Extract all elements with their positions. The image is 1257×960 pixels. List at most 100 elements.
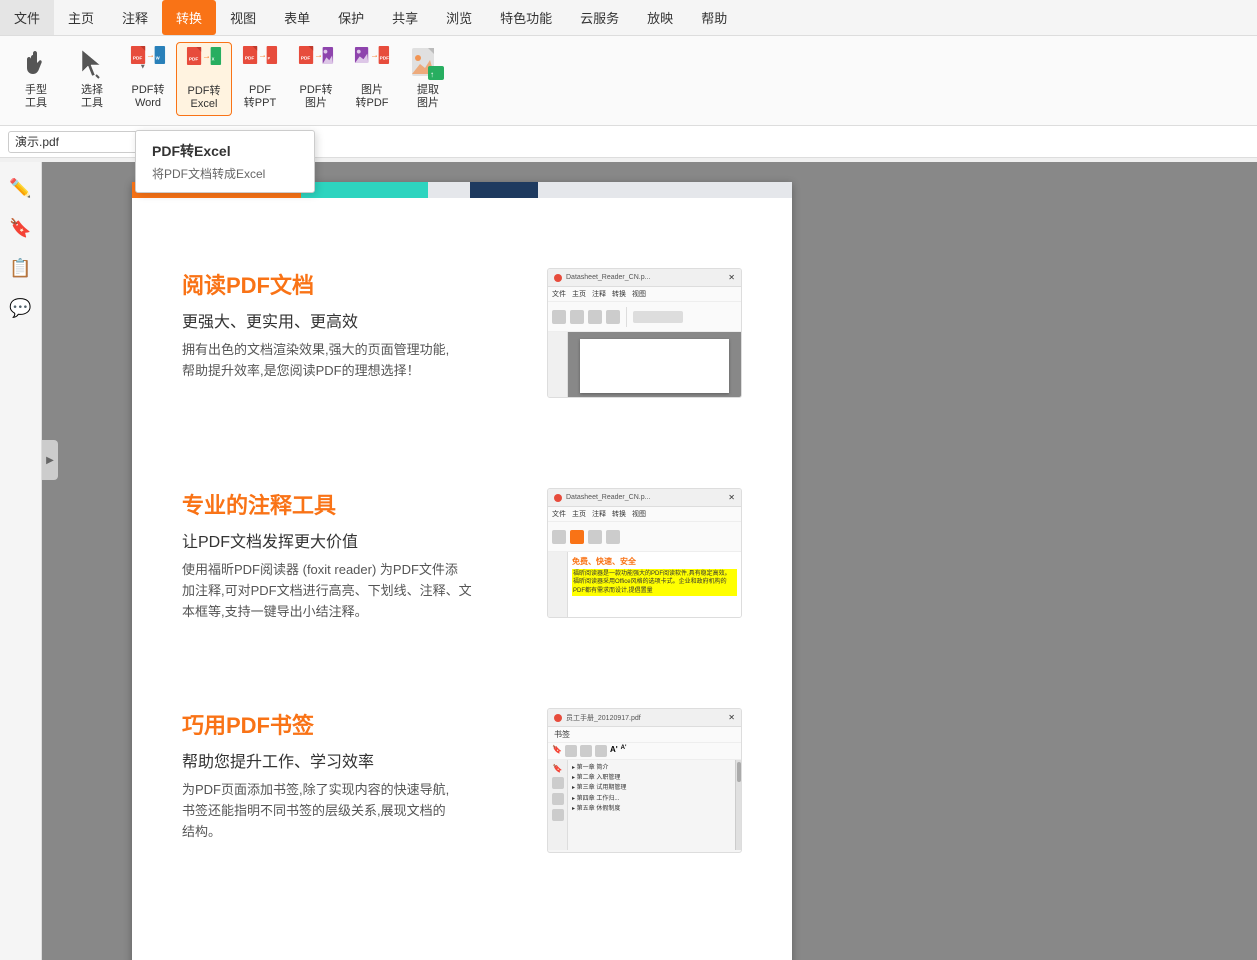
- mini1-menu5: 视图: [632, 289, 646, 299]
- select-tool-label: 选择工具: [81, 84, 103, 110]
- menu-cloud[interactable]: 云服务: [566, 0, 633, 35]
- extract-icon: ↑: [410, 46, 446, 82]
- pdf-to-word-button[interactable]: PDF → W ▼ PDF转Word: [120, 42, 176, 114]
- mini1-menu1: 文件: [552, 289, 566, 299]
- menu-annotation[interactable]: 注释: [108, 0, 162, 35]
- mini1-tool1: [552, 310, 566, 324]
- mini3-bookmark-label: 书签: [548, 727, 741, 743]
- menu-form[interactable]: 表单: [270, 0, 324, 35]
- menu-browse[interactable]: 浏览: [432, 0, 486, 35]
- mini1-addr: [633, 311, 683, 323]
- menu-slideshow[interactable]: 放映: [633, 0, 687, 35]
- extract-image-button[interactable]: ↑ 提取图片: [400, 42, 456, 114]
- menu-features[interactable]: 特色功能: [486, 0, 566, 35]
- pdf-to-excel-label: PDF转Excel: [188, 85, 221, 111]
- mini1-tool3: [588, 310, 602, 324]
- mini2-highlight-title: 免费、快速、安全: [572, 556, 737, 567]
- pdf-to-ppt-label: PDF转PPT: [244, 84, 276, 110]
- svg-text:PDF: PDF: [380, 55, 390, 61]
- mini2-tool1: [552, 530, 566, 544]
- mini1-menu2: 主页: [572, 289, 586, 299]
- bar-navy: [470, 182, 538, 198]
- pdf-to-excel-button[interactable]: PDF → X PDF转Excel: [176, 42, 232, 116]
- mini3-scrollbar-thumb: [737, 762, 741, 782]
- sidebar-bookmark-icon[interactable]: 🔖: [5, 212, 37, 244]
- menu-help[interactable]: 帮助: [687, 0, 741, 35]
- mini1-sidebar: [548, 332, 568, 398]
- mini2-menu3: 注释: [592, 509, 606, 519]
- bar-gray: [538, 182, 792, 198]
- svg-text:X: X: [212, 56, 215, 61]
- tooltip-title: PDF转Excel: [152, 141, 298, 161]
- sidebar-comment-icon[interactable]: 💬: [5, 292, 37, 324]
- image-pdf-icon: → PDF: [354, 46, 390, 82]
- hand-tool-label: 手型工具: [25, 84, 47, 110]
- mini2-menu5: 视图: [632, 509, 646, 519]
- left-sidebar: ✏️ 🔖 📋 💬: [0, 162, 42, 960]
- select-tool-button[interactable]: 选择工具: [64, 42, 120, 114]
- mini2-menu2: 主页: [572, 509, 586, 519]
- svg-text:PDF: PDF: [301, 55, 311, 61]
- menu-protect[interactable]: 保护: [324, 0, 378, 35]
- sidebar-annotate-icon[interactable]: ✏️: [5, 172, 37, 204]
- mini1-tool2: [570, 310, 584, 324]
- mini2-body: 福昕阅读器是一款功能强大的PDF阅读软件,具有稳定高效。福昕阅读器采用Offic…: [572, 569, 737, 596]
- tooltip-dropdown: PDF转Excel 将PDF文档转成Excel: [135, 130, 315, 193]
- bar-light: [428, 182, 470, 198]
- svg-text:W: W: [156, 55, 160, 60]
- pdf-to-ppt-button[interactable]: PDF → P PDF转PPT: [232, 42, 288, 114]
- menu-share[interactable]: 共享: [378, 0, 432, 35]
- svg-text:→: →: [146, 49, 155, 59]
- svg-text:→: →: [370, 49, 379, 59]
- main-content: 阅读PDF文档 更强大、更实用、更高效 拥有出色的文档渲染效果,强大的页面管理功…: [42, 162, 1257, 960]
- hand-tool-button[interactable]: 手型工具: [8, 42, 64, 114]
- svg-text:PDF: PDF: [133, 55, 143, 61]
- section-annotation: 专业的注释工具 让PDF文档发挥更大价值 使用福昕PDF阅读器 (foxit r…: [182, 488, 742, 658]
- menu-file[interactable]: 文件: [0, 0, 54, 35]
- menu-convert[interactable]: 转换: [162, 0, 216, 35]
- pdf-content-area: 阅读PDF文档 更强大、更实用、更高效 拥有出色的文档渲染效果,强大的页面管理功…: [132, 228, 792, 960]
- pdf-page: 阅读PDF文档 更强大、更实用、更高效 拥有出色的文档渲染效果,强大的页面管理功…: [132, 182, 792, 960]
- section-read-pdf: 阅读PDF文档 更强大、更实用、更高效 拥有出色的文档渲染效果,强大的页面管理功…: [182, 268, 742, 438]
- image-to-pdf-label: 图片转PDF: [356, 84, 389, 110]
- mini1-menu3: 注释: [592, 289, 606, 299]
- mini2-content: 免费、快速、安全 福昕阅读器是一款功能强大的PDF阅读软件,具有稳定高效。福昕阅…: [568, 552, 741, 618]
- menubar: 文件 主页 注释 转换 视图 表单 保护 共享 浏览 特色功能 云服务 放映 帮…: [0, 0, 1257, 36]
- toolbar: 手型工具 选择工具 PDF → W ▼: [0, 36, 1257, 126]
- mini1-page: [580, 339, 729, 393]
- bar-teal: [301, 182, 428, 198]
- image-to-pdf-button[interactable]: → PDF 图片转PDF: [344, 42, 400, 114]
- pdf-to-image-button[interactable]: PDF → PDF转图片: [288, 42, 344, 114]
- hand-icon: [18, 46, 54, 82]
- mini1-title: Datasheet_Reader_CN.p...: [566, 274, 650, 281]
- menu-view[interactable]: 视图: [216, 0, 270, 35]
- pdf-ppt-icon: PDF → P: [242, 46, 278, 82]
- section-bookmark: 巧用PDF书签 帮助您提升工作、学习效率 为PDF页面添加书签,除了实现内容的快…: [182, 708, 742, 878]
- mini3-toc: ▸ 第一章 简介 ▸ 第二章 入职管理 ▸ 第三章 试用期管理 ▸ 第四章 工作…: [568, 760, 735, 850]
- pdf-word-icon: PDF → W ▼: [130, 46, 166, 82]
- mini2-tool3: [588, 530, 602, 544]
- menu-home[interactable]: 主页: [54, 0, 108, 35]
- pdf-to-image-label: PDF转图片: [300, 84, 333, 110]
- mini1-content: [568, 332, 741, 398]
- tooltip-description: 将PDF文档转成Excel: [152, 165, 298, 182]
- sidebar-collapse-arrow[interactable]: ▶: [42, 440, 58, 480]
- select-icon: [74, 46, 110, 82]
- mini1-menu4: 转换: [612, 289, 626, 299]
- section2-screenshot: Datasheet_Reader_CN.p... ✕ 文件 主页 注释 转换 视…: [547, 488, 742, 618]
- sidebar-pages-icon[interactable]: 📋: [5, 252, 37, 284]
- svg-text:▼: ▼: [139, 64, 146, 71]
- extract-image-label: 提取图片: [417, 84, 439, 110]
- mini2-tool2: [570, 530, 584, 544]
- pdf-excel-icon: PDF → X: [186, 47, 222, 83]
- section3-screenshot: 员工手册_20120917.pdf ✕ 书签 🔖 A' A': [547, 708, 742, 853]
- mini2-sidebar: [548, 552, 568, 618]
- mini3-sidebar: 🔖: [548, 760, 568, 850]
- svg-text:→: →: [314, 49, 323, 59]
- mini3-title: 员工手册_20120917.pdf: [566, 713, 641, 723]
- svg-text:↑: ↑: [430, 70, 434, 79]
- section1-screenshot: Datasheet_Reader_CN.p... ✕ 文件 主页 注释 转换 视…: [547, 268, 742, 398]
- pdf-image-icon: PDF →: [298, 46, 334, 82]
- svg-text:→: →: [258, 49, 267, 59]
- svg-text:→: →: [202, 50, 211, 60]
